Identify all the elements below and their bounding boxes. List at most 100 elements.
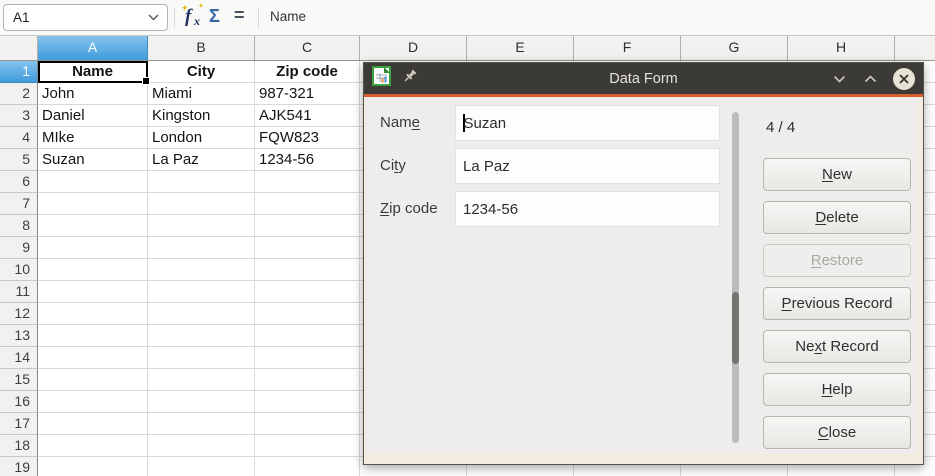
cell-C6[interactable] <box>255 171 360 193</box>
row-header-11[interactable]: 11 <box>0 281 38 303</box>
cell-C3[interactable]: AJK541 <box>255 105 360 127</box>
cell-C13[interactable] <box>255 325 360 347</box>
column-header-E[interactable]: E <box>467 36 574 60</box>
row-header-17[interactable]: 17 <box>0 413 38 435</box>
cell-A16[interactable] <box>38 391 148 413</box>
cell-A6[interactable] <box>38 171 148 193</box>
column-header-G[interactable]: G <box>681 36 788 60</box>
cell-C2[interactable]: 987-321 <box>255 83 360 105</box>
cell-A12[interactable] <box>38 303 148 325</box>
column-header-B[interactable]: B <box>148 36 255 60</box>
cell-B7[interactable] <box>148 193 255 215</box>
cell-B8[interactable] <box>148 215 255 237</box>
column-header-A[interactable]: A <box>38 36 148 60</box>
cell-C15[interactable] <box>255 369 360 391</box>
cell-A18[interactable] <box>38 435 148 457</box>
row-header-10[interactable]: 10 <box>0 259 38 281</box>
cell-C17[interactable] <box>255 413 360 435</box>
cell-A15[interactable] <box>38 369 148 391</box>
cell-B6[interactable] <box>148 171 255 193</box>
new-button[interactable]: New <box>763 158 911 191</box>
dialog-titlebar[interactable]: Data Form <box>364 63 923 94</box>
row-header-16[interactable]: 16 <box>0 391 38 413</box>
cell-A13[interactable] <box>38 325 148 347</box>
row-header-9[interactable]: 9 <box>0 237 38 259</box>
column-header-col9[interactable] <box>895 36 935 60</box>
chevron-down-icon[interactable] <box>148 14 159 21</box>
row-header-6[interactable]: 6 <box>0 171 38 193</box>
row-header-4[interactable]: 4 <box>0 127 38 149</box>
name-box[interactable]: A1 <box>3 4 168 31</box>
cell-B9[interactable] <box>148 237 255 259</box>
row-header-2[interactable]: 2 <box>0 83 38 105</box>
roll-up-icon[interactable] <box>862 73 879 85</box>
cell-A19[interactable] <box>38 457 148 476</box>
cell-C10[interactable] <box>255 259 360 281</box>
cell-A5[interactable]: Suzan <box>38 149 148 171</box>
roll-down-icon[interactable] <box>831 73 848 85</box>
cell-B12[interactable] <box>148 303 255 325</box>
cell-C16[interactable] <box>255 391 360 413</box>
cell-B10[interactable] <box>148 259 255 281</box>
cell-A17[interactable] <box>38 413 148 435</box>
column-header-F[interactable]: F <box>574 36 681 60</box>
help-button[interactable]: Help <box>763 373 911 406</box>
cell-B3[interactable]: Kingston <box>148 105 255 127</box>
cell-B17[interactable] <box>148 413 255 435</box>
cell-C11[interactable] <box>255 281 360 303</box>
cell-C19[interactable] <box>255 457 360 476</box>
function-wizard-icon[interactable]: ✦ ✦ f x <box>181 5 207 31</box>
cell-C4[interactable]: FQW823 <box>255 127 360 149</box>
cell-B4[interactable]: London <box>148 127 255 149</box>
cell-B19[interactable] <box>148 457 255 476</box>
cell-B16[interactable] <box>148 391 255 413</box>
fields-scrollbar-thumb[interactable] <box>732 292 739 364</box>
sum-icon[interactable]: Σ <box>209 6 220 27</box>
cell-A4[interactable]: MIke <box>38 127 148 149</box>
cell-B13[interactable] <box>148 325 255 347</box>
cell-C7[interactable] <box>255 193 360 215</box>
cell-C5[interactable]: 1234-56 <box>255 149 360 171</box>
field-input-zip-code[interactable]: 1234-56 <box>455 191 720 227</box>
row-header-15[interactable]: 15 <box>0 369 38 391</box>
cell-C1[interactable]: Zip code <box>255 61 360 83</box>
close-button[interactable]: Close <box>763 416 911 449</box>
pin-icon[interactable] <box>402 68 418 89</box>
row-header-8[interactable]: 8 <box>0 215 38 237</box>
row-header-1[interactable]: 1 <box>0 61 38 83</box>
cell-A7[interactable] <box>38 193 148 215</box>
row-header-19[interactable]: 19 <box>0 457 38 476</box>
cell-B2[interactable]: Miami <box>148 83 255 105</box>
cell-C9[interactable] <box>255 237 360 259</box>
next-record-button[interactable]: Next Record <box>763 330 911 363</box>
previous-record-button[interactable]: Previous Record <box>763 287 911 320</box>
cell-C8[interactable] <box>255 215 360 237</box>
equals-icon[interactable]: = <box>234 5 245 26</box>
field-input-name[interactable]: Suzan <box>455 105 720 141</box>
cell-B5[interactable]: La Paz <box>148 149 255 171</box>
cell-B18[interactable] <box>148 435 255 457</box>
row-header-12[interactable]: 12 <box>0 303 38 325</box>
delete-button[interactable]: Delete <box>763 201 911 234</box>
column-header-D[interactable]: D <box>360 36 467 60</box>
cell-C18[interactable] <box>255 435 360 457</box>
field-input-city[interactable]: La Paz <box>455 148 720 184</box>
close-icon[interactable] <box>893 68 915 90</box>
cell-B15[interactable] <box>148 369 255 391</box>
cell-C12[interactable] <box>255 303 360 325</box>
cell-A3[interactable]: Daniel <box>38 105 148 127</box>
cell-A11[interactable] <box>38 281 148 303</box>
row-header-18[interactable]: 18 <box>0 435 38 457</box>
row-header-5[interactable]: 5 <box>0 149 38 171</box>
cell-B1[interactable]: City <box>148 61 255 83</box>
row-header-14[interactable]: 14 <box>0 347 38 369</box>
cell-A9[interactable] <box>38 237 148 259</box>
cell-C14[interactable] <box>255 347 360 369</box>
cell-B11[interactable] <box>148 281 255 303</box>
select-all-corner[interactable] <box>0 36 38 60</box>
row-header-3[interactable]: 3 <box>0 105 38 127</box>
row-header-13[interactable]: 13 <box>0 325 38 347</box>
formula-input[interactable]: Name <box>270 9 306 24</box>
row-header-7[interactable]: 7 <box>0 193 38 215</box>
cell-B14[interactable] <box>148 347 255 369</box>
